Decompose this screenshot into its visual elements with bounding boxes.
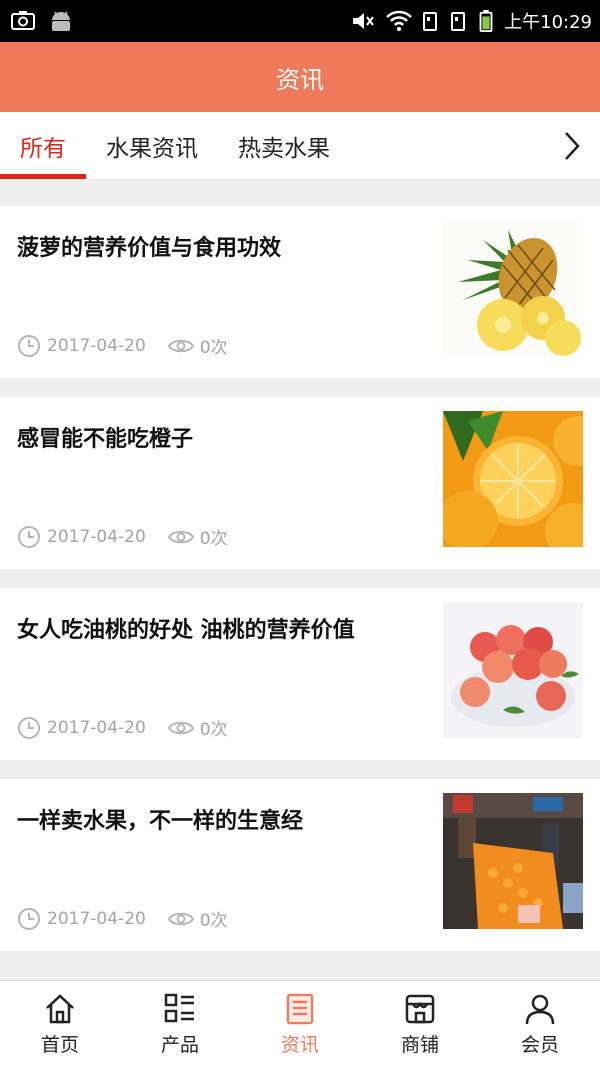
clock-icon xyxy=(18,716,40,739)
bottom-nav: 首页 产品 资讯 商铺 会员 xyxy=(0,980,600,1067)
tab-label: 所有 xyxy=(20,135,66,162)
article-views: 0次 xyxy=(199,911,228,931)
article-thumbnail-oranges xyxy=(443,411,583,547)
article-thumbnail-pineapple xyxy=(443,220,583,356)
list-item[interactable]: 一样卖水果，不一样的生意经 2017-04-20 0次 xyxy=(0,779,600,951)
article-meta: 2017-04-20 0次 xyxy=(17,715,228,740)
nav-products[interactable]: 产品 xyxy=(120,981,240,1067)
list-item[interactable]: 女人吃油桃的好处 油桃的营养价值 2017-04-20 0次 xyxy=(0,588,600,760)
tab-label: 热卖水果 xyxy=(238,135,330,162)
tab-fruit-news[interactable]: 水果资讯 xyxy=(86,112,218,179)
article-date: 2017-04-20 xyxy=(47,908,146,929)
clock-icon xyxy=(18,907,40,930)
article-meta: 2017-04-20 0次 xyxy=(17,906,228,931)
list-item[interactable]: 感冒能不能吃橙子 2017-04-20 0次 xyxy=(0,397,600,569)
clock-icon xyxy=(18,525,40,548)
document-icon xyxy=(283,992,317,1026)
article-title: 感冒能不能吃橙子 xyxy=(17,427,194,452)
article-list: 菠萝的营养价值与食用功效 2017-04-20 0次 感冒能不能吃橙子 2017… xyxy=(0,180,600,951)
tabs-scroll-right-button[interactable] xyxy=(552,112,592,179)
wifi-icon xyxy=(386,10,413,32)
status-bar: 上午10:29 xyxy=(0,0,600,42)
page-header: 资讯 xyxy=(0,42,600,112)
article-views: 0次 xyxy=(199,529,228,549)
nav-news[interactable]: 资讯 xyxy=(240,981,360,1067)
eye-icon xyxy=(167,721,194,734)
article-title: 菠萝的营养价值与食用功效 xyxy=(17,236,282,261)
article-views: 0次 xyxy=(199,720,228,740)
home-icon xyxy=(43,992,77,1026)
article-meta: 2017-04-20 0次 xyxy=(17,333,228,358)
nav-label: 产品 xyxy=(160,1033,199,1056)
clock-icon xyxy=(18,334,40,357)
nav-label: 首页 xyxy=(40,1033,79,1056)
category-tabs: 所有 水果资讯 热卖水果 xyxy=(0,112,600,180)
tab-hot-fruit[interactable]: 热卖水果 xyxy=(218,112,350,179)
article-meta: 2017-04-20 0次 xyxy=(17,524,228,549)
mute-icon xyxy=(350,10,376,32)
nav-shops[interactable]: 商铺 xyxy=(360,981,480,1067)
article-thumbnail-nectarines xyxy=(443,602,583,738)
android-icon xyxy=(48,10,74,32)
signal-1-icon xyxy=(422,10,440,32)
article-views: 0次 xyxy=(199,338,228,358)
article-date: 2017-04-20 xyxy=(47,717,146,738)
screenshot-icon xyxy=(10,10,36,32)
user-icon xyxy=(523,992,557,1026)
article-title: 女人吃油桃的好处 油桃的营养价值 xyxy=(17,618,355,643)
nav-label: 资讯 xyxy=(280,1033,319,1056)
shop-icon xyxy=(403,992,437,1026)
grid-list-icon xyxy=(163,992,197,1026)
nav-label: 商铺 xyxy=(400,1033,439,1056)
list-item[interactable]: 菠萝的营养价值与食用功效 2017-04-20 0次 xyxy=(0,206,600,378)
eye-icon xyxy=(167,339,194,352)
article-thumbnail-fruit-market xyxy=(443,793,583,929)
nav-member[interactable]: 会员 xyxy=(480,981,600,1067)
chevron-right-icon xyxy=(565,131,580,160)
article-title: 一样卖水果，不一样的生意经 xyxy=(17,809,304,834)
article-date: 2017-04-20 xyxy=(47,526,146,547)
signal-2-icon xyxy=(450,10,468,32)
battery-icon xyxy=(478,10,494,32)
eye-icon xyxy=(167,912,194,925)
clock-time: 上午10:29 xyxy=(504,12,592,33)
tab-label: 水果资讯 xyxy=(106,135,198,162)
page-title: 资讯 xyxy=(276,65,324,94)
nav-home[interactable]: 首页 xyxy=(0,981,120,1067)
article-date: 2017-04-20 xyxy=(47,335,146,356)
eye-icon xyxy=(167,530,194,543)
tab-all[interactable]: 所有 xyxy=(0,112,86,179)
nav-label: 会员 xyxy=(520,1033,559,1056)
